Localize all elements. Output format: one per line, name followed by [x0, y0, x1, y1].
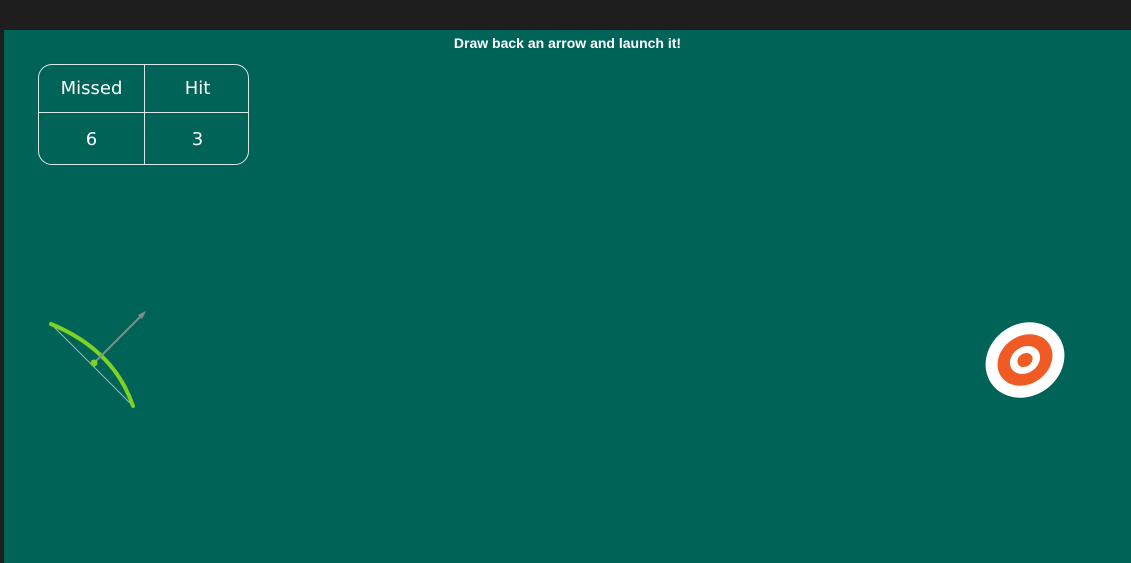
target-icon — [985, 322, 1065, 398]
game-canvas[interactable] — [4, 30, 1131, 563]
arrow-shaft — [93, 313, 144, 364]
game-stage[interactable]: Draw back an arrow and launch it! Missed… — [4, 30, 1131, 563]
arrow-icon[interactable] — [90, 311, 147, 367]
arrow-nock — [90, 359, 98, 367]
window-top-bar — [0, 0, 1131, 30]
